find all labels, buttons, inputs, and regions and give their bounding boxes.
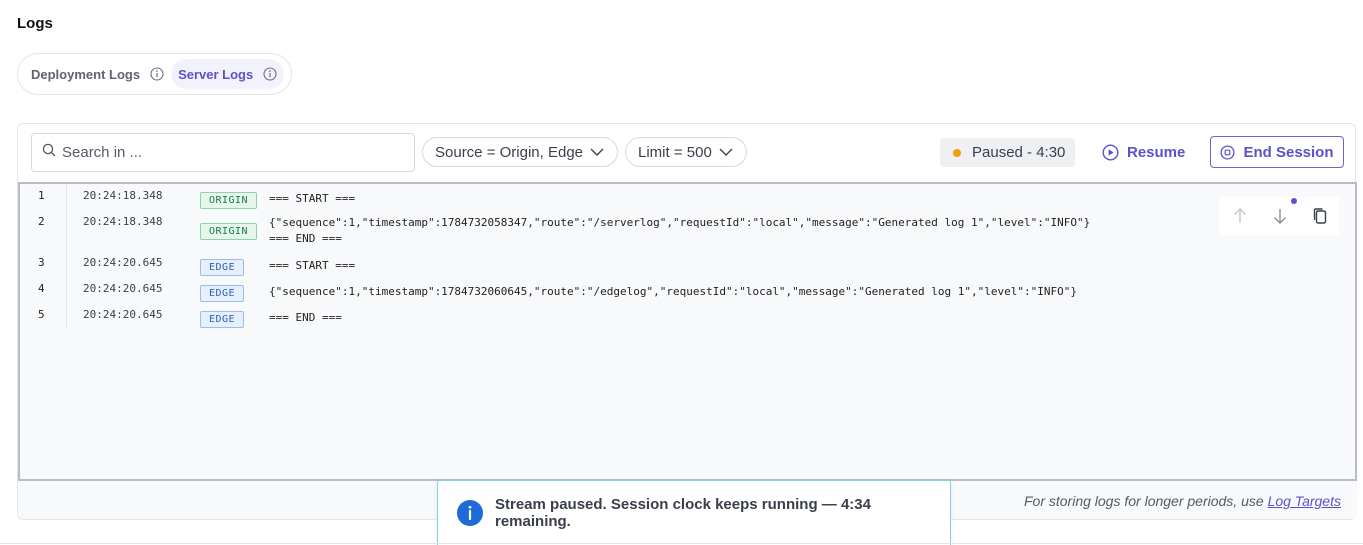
resume-label: Resume: [1127, 143, 1186, 161]
source-filter-dropdown[interactable]: Source = Origin, Edge: [422, 137, 619, 167]
page-title: Logs: [17, 15, 53, 32]
search-box[interactable]: [31, 133, 415, 172]
end-session-label: End Session: [1243, 143, 1334, 161]
stop-circle-icon: [1220, 144, 1236, 160]
play-circle-icon: [1102, 143, 1119, 161]
limit-filter-dropdown[interactable]: Limit = 500: [625, 137, 747, 167]
line-number: 5: [38, 308, 45, 321]
source-badge: EDGE: [200, 259, 244, 276]
line-number: 2: [38, 215, 45, 228]
scroll-down-button[interactable]: [1271, 198, 1297, 225]
source-badge: EDGE: [200, 285, 244, 302]
log-message: === END ===: [269, 311, 342, 324]
log-type-tabs: Deployment Logs Server Logs: [17, 53, 292, 95]
log-viewer[interactable]: 1 20:24:18.348 ORIGIN === START === 2 20…: [18, 182, 1357, 481]
divider: [0, 543, 1363, 544]
source-filter-label: Source = Origin, Edge: [435, 143, 584, 161]
tab-deployment-logs[interactable]: Deployment Logs: [24, 59, 171, 89]
arrow-down-icon: [1274, 209, 1286, 224]
retention-note-text: For storing logs for longer periods, use: [1023, 493, 1268, 509]
status-dot-icon: [953, 148, 961, 157]
copy-icon: [1313, 208, 1327, 224]
tab-label: Deployment Logs: [31, 66, 141, 82]
log-timestamp: 20:24:20.645: [83, 308, 163, 321]
arrow-up-icon: [1234, 208, 1246, 223]
line-number: 4: [38, 282, 45, 295]
log-timestamp: 20:24:20.645: [83, 282, 163, 295]
log-message: {"sequence":1,"timestamp":1784732060645,…: [269, 285, 1077, 298]
source-badge: ORIGIN: [200, 192, 257, 209]
stream-paused-toast: Stream paused. Session clock keeps runni…: [437, 480, 951, 545]
new-logs-indicator: [1291, 198, 1297, 204]
log-message: === START ===: [269, 259, 356, 272]
log-toolbar: [1219, 197, 1339, 235]
logs-panel: Source = Origin, Edge Limit = 500 Paused…: [17, 123, 1357, 520]
source-badge: ORIGIN: [200, 223, 257, 240]
resume-button[interactable]: Resume: [1102, 137, 1185, 167]
source-badge: EDGE: [200, 311, 244, 328]
search-input[interactable]: [62, 144, 392, 161]
end-session-button[interactable]: End Session: [1210, 136, 1344, 168]
session-status-badge: Paused - 4:30: [940, 138, 1075, 167]
log-targets-link[interactable]: Log Targets: [1268, 493, 1341, 509]
tab-label: Server Logs: [178, 66, 254, 82]
limit-filter-label: Limit = 500: [638, 143, 712, 161]
log-timestamp: 20:24:18.348: [83, 215, 163, 228]
log-message: {"sequence":1,"timestamp":1784732058347,…: [269, 216, 1091, 245]
tab-server-logs[interactable]: Server Logs: [171, 59, 285, 89]
chevron-down-icon: [719, 148, 733, 156]
copy-logs-button[interactable]: [1311, 207, 1329, 225]
session-status-text: Paused - 4:30: [972, 144, 1066, 161]
line-number: 3: [38, 256, 45, 269]
log-timestamp: 20:24:20.645: [83, 256, 163, 269]
chevron-down-icon: [590, 148, 604, 156]
info-icon: [457, 499, 483, 526]
toast-message: Stream paused. Session clock keeps runni…: [495, 495, 871, 530]
scroll-up-button[interactable]: [1231, 207, 1249, 225]
retention-note: For storing logs for longer periods, use…: [1024, 493, 1341, 509]
line-number: 1: [38, 189, 45, 202]
log-message: === START ===: [269, 192, 356, 205]
info-icon[interactable]: [263, 67, 277, 81]
line-number-gutter: [66, 184, 67, 329]
log-timestamp: 20:24:18.348: [83, 189, 163, 202]
search-icon: [42, 143, 56, 162]
info-icon[interactable]: [150, 67, 164, 81]
